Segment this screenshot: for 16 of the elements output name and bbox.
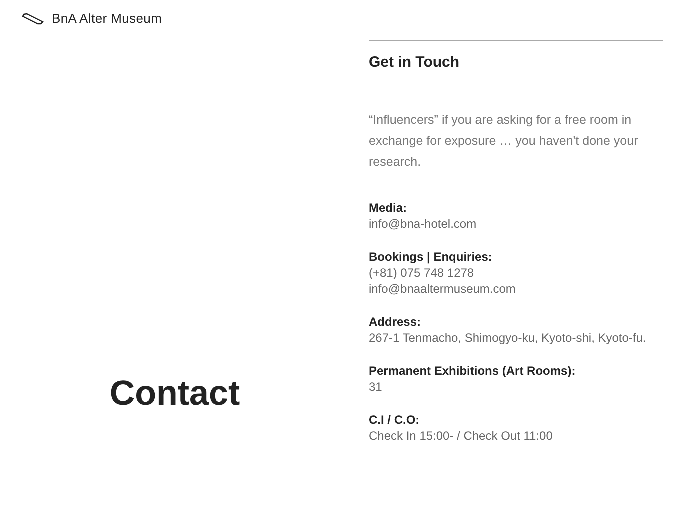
info-label: Permanent Exhibitions (Art Rooms): <box>369 363 577 379</box>
info-value: 31 <box>369 379 384 395</box>
info-value: info@bnaaltermuseum.com <box>369 281 517 297</box>
intro-text: “Influencers” if you are asking for a free room in exchange for exposure … you haven't done your research. <box>369 112 640 171</box>
info-value: (+81) 075 748 1278 <box>369 265 476 281</box>
info-label: Address: <box>369 314 422 330</box>
logo-icon <box>22 12 44 24</box>
info-value: 267-1 Tenmacho, Shimogyo-ku, Kyoto-shi, Kyoto-fu. <box>369 330 648 346</box>
info-value: info@bna-hotel.com <box>369 216 478 232</box>
page-title: Contact <box>108 374 242 414</box>
info-value: Check In 15:00- / Check Out 11:00 <box>369 428 554 444</box>
info-label: Bookings | Enquiries: <box>369 249 494 265</box>
info-label: Media: <box>369 200 408 216</box>
brand-name: BnA Alter Museum <box>52 11 162 26</box>
info-label: C.I / C.O: <box>369 412 421 428</box>
section-title: Get in Touch <box>369 53 461 73</box>
